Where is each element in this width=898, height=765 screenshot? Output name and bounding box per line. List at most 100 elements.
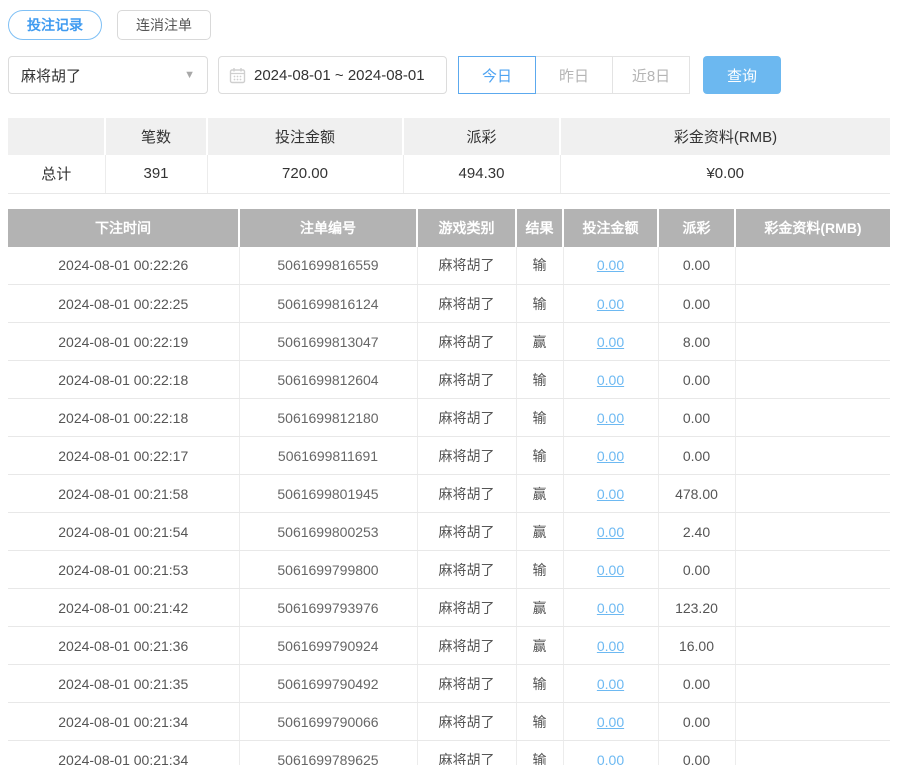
cell-game-type: 麻将胡了 — [417, 437, 516, 475]
bet-amount-link[interactable]: 0.00 — [597, 334, 624, 350]
cell-bonus — [735, 703, 890, 741]
cell-result: 赢 — [516, 513, 563, 551]
tab-cancelled-orders[interactable]: 连消注单 — [117, 10, 211, 40]
col-header-payout: 派彩 — [658, 209, 735, 247]
cell-bet-amount: 0.00 — [563, 361, 658, 399]
cell-bet-amount: 0.00 — [563, 741, 658, 765]
cell-payout: 2.40 — [658, 513, 735, 551]
quick-range-group: 今日 昨日 近8日 — [458, 56, 690, 94]
cell-bet-amount: 0.00 — [563, 703, 658, 741]
cell-bet-amount: 0.00 — [563, 437, 658, 475]
cell-game-type: 麻将胡了 — [417, 475, 516, 513]
cell-bonus — [735, 475, 890, 513]
cell-bet-time: 2024-08-01 00:22:18 — [8, 399, 239, 437]
cell-bonus — [735, 323, 890, 361]
calendar-icon — [229, 67, 246, 84]
cell-payout: 8.00 — [658, 323, 735, 361]
cell-payout: 478.00 — [658, 475, 735, 513]
table-row: 2024-08-01 00:21:365061699790924麻将胡了赢0.0… — [8, 627, 890, 665]
cell-result: 输 — [516, 399, 563, 437]
cell-result: 输 — [516, 361, 563, 399]
cell-order-id: 5061699812604 — [239, 361, 417, 399]
bet-amount-link[interactable]: 0.00 — [597, 600, 624, 616]
quick-range-last8days[interactable]: 近8日 — [612, 56, 690, 94]
game-type-select-value: 麻将胡了 — [21, 65, 81, 86]
cell-payout: 0.00 — [658, 741, 735, 765]
table-row: 2024-08-01 00:22:255061699816124麻将胡了输0.0… — [8, 285, 890, 323]
bet-amount-link[interactable]: 0.00 — [597, 714, 624, 730]
cell-bet-amount: 0.00 — [563, 665, 658, 703]
bet-amount-link[interactable]: 0.00 — [597, 257, 624, 273]
date-range-value: 2024-08-01 ~ 2024-08-01 — [254, 67, 425, 84]
filter-bar: 麻将胡了 ▼ 2024-08-01 ~ 2024-08-01 今日 昨日 近8 — [8, 56, 890, 94]
quick-range-yesterday[interactable]: 昨日 — [535, 56, 613, 94]
cell-bet-time: 2024-08-01 00:22:26 — [8, 247, 239, 285]
cell-order-id: 5061699800253 — [239, 513, 417, 551]
bet-amount-link[interactable]: 0.00 — [597, 410, 624, 426]
col-header-result: 结果 — [516, 209, 563, 247]
cell-order-id: 5061699799800 — [239, 551, 417, 589]
cell-bet-time: 2024-08-01 00:21:58 — [8, 475, 239, 513]
bet-amount-link[interactable]: 0.00 — [597, 448, 624, 464]
summary-col-count: 笔数 — [105, 118, 207, 155]
cell-order-id: 5061699811691 — [239, 437, 417, 475]
cell-game-type: 麻将胡了 — [417, 665, 516, 703]
summary-total-count: 391 — [105, 155, 207, 193]
cell-bonus — [735, 361, 890, 399]
cell-game-type: 麻将胡了 — [417, 285, 516, 323]
cell-bet-time: 2024-08-01 00:22:25 — [8, 285, 239, 323]
col-header-bet-amount: 投注金额 — [563, 209, 658, 247]
bet-amount-link[interactable]: 0.00 — [597, 752, 624, 765]
cell-result: 输 — [516, 247, 563, 285]
cell-bonus — [735, 399, 890, 437]
cell-bet-amount: 0.00 — [563, 247, 658, 285]
table-row: 2024-08-01 00:21:545061699800253麻将胡了赢0.0… — [8, 513, 890, 551]
cell-order-id: 5061699813047 — [239, 323, 417, 361]
search-button[interactable]: 查询 — [703, 56, 781, 94]
bet-amount-link[interactable]: 0.00 — [597, 296, 624, 312]
cell-bet-time: 2024-08-01 00:21:34 — [8, 741, 239, 765]
cell-order-id: 5061699816559 — [239, 247, 417, 285]
game-type-select[interactable]: 麻将胡了 ▼ — [8, 56, 208, 94]
quick-range-today[interactable]: 今日 — [458, 56, 536, 94]
summary-col-blank — [8, 118, 105, 155]
cell-payout: 0.00 — [658, 399, 735, 437]
cell-order-id: 5061699790492 — [239, 665, 417, 703]
cell-payout: 0.00 — [658, 361, 735, 399]
table-row: 2024-08-01 00:21:345061699789625麻将胡了输0.0… — [8, 741, 890, 765]
summary-col-bonus: 彩金资料(RMB) — [560, 118, 890, 155]
col-header-bet-time: 下注时间 — [8, 209, 239, 247]
cell-result: 输 — [516, 551, 563, 589]
bet-amount-link[interactable]: 0.00 — [597, 486, 624, 502]
cell-game-type: 麻将胡了 — [417, 513, 516, 551]
bet-amount-link[interactable]: 0.00 — [597, 676, 624, 692]
cell-bonus — [735, 513, 890, 551]
cell-bonus — [735, 551, 890, 589]
cell-payout: 0.00 — [658, 247, 735, 285]
cell-bet-amount: 0.00 — [563, 285, 658, 323]
bet-amount-link[interactable]: 0.00 — [597, 638, 624, 654]
tab-bet-records[interactable]: 投注记录 — [8, 10, 102, 40]
table-row: 2024-08-01 00:21:535061699799800麻将胡了输0.0… — [8, 551, 890, 589]
bet-amount-link[interactable]: 0.00 — [597, 524, 624, 540]
cell-payout: 0.00 — [658, 703, 735, 741]
summary-col-bet-amount: 投注金额 — [207, 118, 403, 155]
cell-payout: 0.00 — [658, 551, 735, 589]
bet-amount-link[interactable]: 0.00 — [597, 562, 624, 578]
cell-bet-amount: 0.00 — [563, 323, 658, 361]
col-header-bonus: 彩金资料(RMB) — [735, 209, 890, 247]
cell-bet-amount: 0.00 — [563, 627, 658, 665]
cell-bet-amount: 0.00 — [563, 399, 658, 437]
cell-game-type: 麻将胡了 — [417, 323, 516, 361]
col-header-game-type: 游戏类别 — [417, 209, 516, 247]
bet-table-body: 2024-08-01 00:22:265061699816559麻将胡了输0.0… — [8, 247, 890, 765]
summary-col-payout: 派彩 — [403, 118, 560, 155]
cell-result: 输 — [516, 285, 563, 323]
cell-bet-amount: 0.00 — [563, 475, 658, 513]
date-range-input[interactable]: 2024-08-01 ~ 2024-08-01 — [218, 56, 447, 94]
bet-amount-link[interactable]: 0.00 — [597, 372, 624, 388]
cell-game-type: 麻将胡了 — [417, 399, 516, 437]
cell-order-id: 5061699812180 — [239, 399, 417, 437]
cell-bonus — [735, 437, 890, 475]
cell-bonus — [735, 247, 890, 285]
